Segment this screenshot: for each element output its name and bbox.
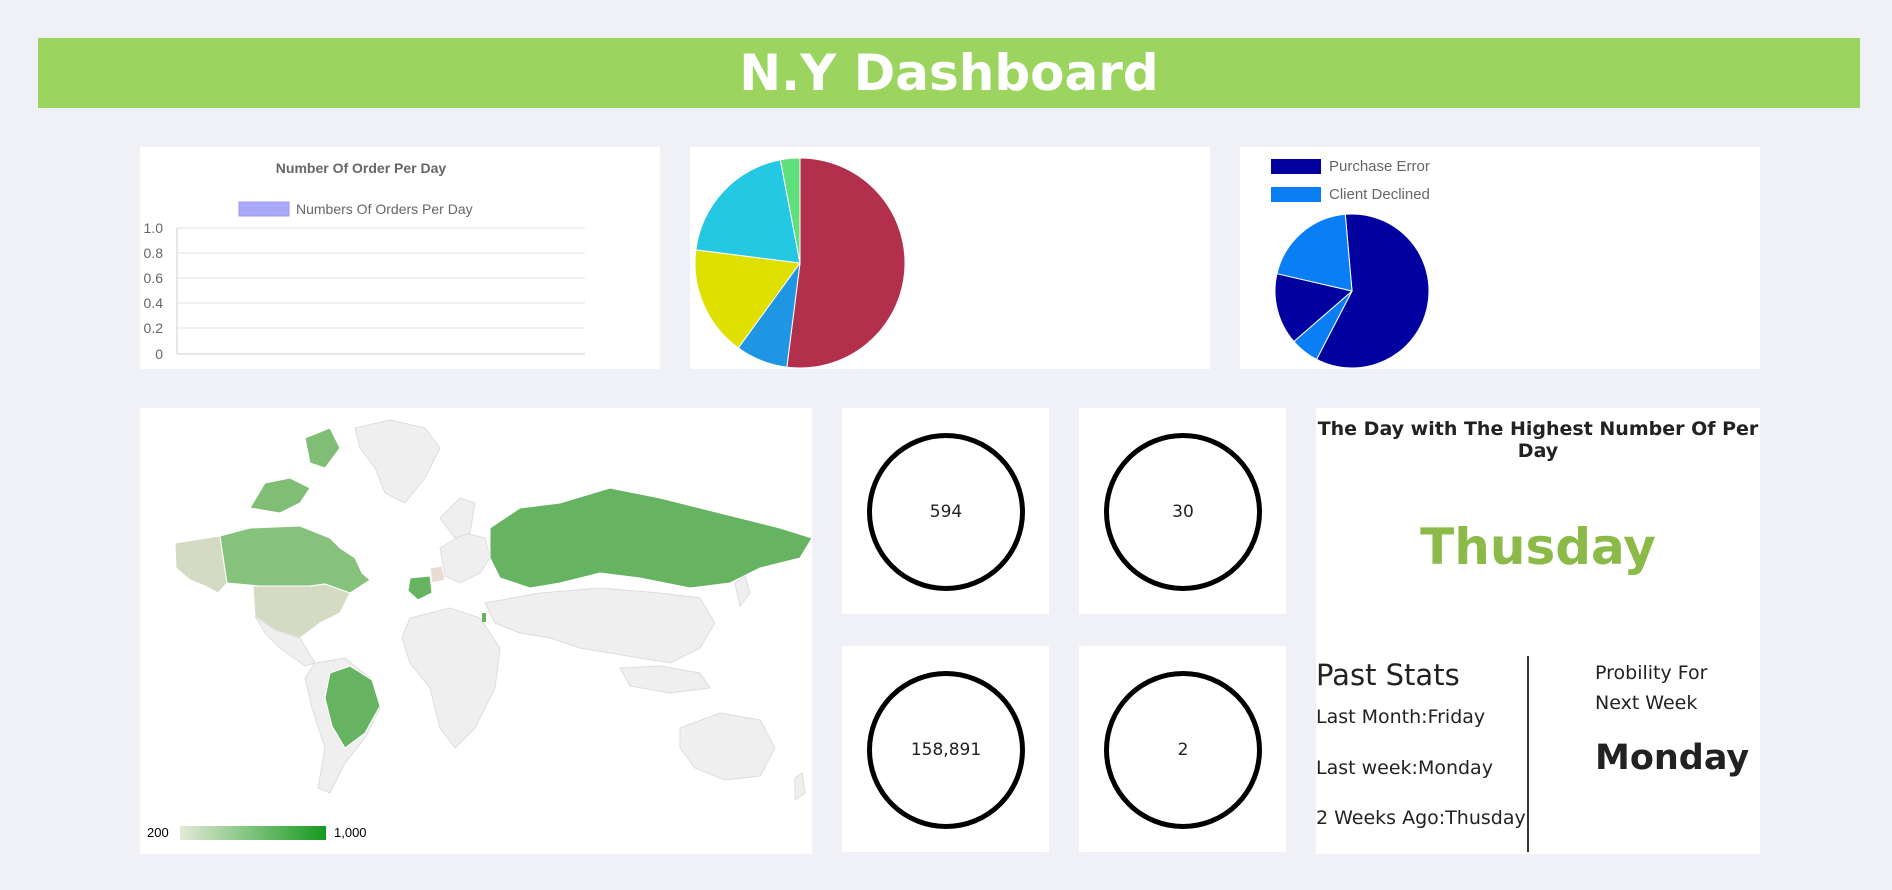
stat-circle: 594 (867, 433, 1025, 591)
y-tick-label: 0.4 (144, 295, 164, 311)
stat-value: 30 (1172, 502, 1194, 522)
region-new-zealand[interactable] (794, 772, 806, 801)
region-scandinavia[interactable] (439, 497, 476, 539)
past-stat-last-week: Last week:Monday (1316, 757, 1493, 779)
world-map[interactable]: 200 1,000 (140, 408, 812, 854)
y-tick-label: 0.8 (144, 245, 164, 261)
bar-chart-legend-label: Numbers Of Orders Per Day (296, 201, 473, 217)
pie-chart-card (690, 147, 1210, 369)
y-tick-label: 0.2 (144, 320, 164, 336)
stat-circle: 158,891 (867, 671, 1025, 829)
pie-slice-0[interactable] (786, 157, 906, 369)
past-stat-two-weeks: 2 Weeks Ago:Thusday (1316, 807, 1526, 829)
region-indonesia[interactable] (619, 665, 711, 694)
bar-chart-gridlines (176, 227, 585, 355)
stat-card-1: 594 (842, 408, 1049, 614)
past-stat-last-month: Last Month:Friday (1316, 706, 1486, 728)
region-germany[interactable] (429, 565, 446, 584)
past-stats-title: Past Stats (1316, 658, 1460, 692)
region-alaska[interactable] (174, 535, 228, 594)
map-legend-max: 1,000 (334, 825, 367, 840)
stat-value: 158,891 (910, 740, 982, 760)
decline-reasons-slices (1274, 213, 1430, 369)
stat-card-3: 158,891 (842, 646, 1049, 852)
region-europe[interactable] (439, 532, 491, 584)
bar-chart-title: Number Of Order Per Day (276, 160, 447, 176)
orders-per-day-chart: Number Of Order Per Day Numbers Of Order… (144, 160, 585, 362)
stat-value: 594 (929, 502, 963, 522)
region-greenland[interactable] (354, 419, 441, 504)
y-tick-label: 0.6 (144, 270, 164, 286)
region-arctic-islands[interactable] (304, 427, 341, 469)
probability-day: Monday (1595, 738, 1750, 778)
region-russia[interactable] (489, 487, 812, 589)
stat-value: 2 (1177, 740, 1189, 760)
stat-circle: 2 (1104, 671, 1262, 829)
y-tick-label: 1.0 (144, 220, 164, 236)
stat-card-4: 2 (1079, 646, 1286, 852)
dashboard-header: N.Y Dashboard (38, 38, 1860, 108)
region-arctic-islands[interactable] (249, 477, 311, 514)
stat-circle: 30 (1104, 433, 1262, 591)
highest-day-title: The Day with The Highest Number Of Per D… (1317, 418, 1759, 462)
region-canada[interactable] (219, 525, 371, 594)
orders-per-day-chart-card: Number Of Order Per Day Numbers Of Order… (140, 147, 660, 369)
legend-swatch-client-declined (1271, 187, 1321, 202)
highest-day-value: Thusday (1420, 518, 1656, 576)
legend-label-purchase-error[interactable]: Purchase Error (1329, 158, 1430, 175)
pie-chart-slices (694, 157, 906, 369)
dashboard-title: N.Y Dashboard (739, 44, 1159, 102)
panel-divider (1527, 656, 1529, 852)
map-legend-gradient (180, 826, 326, 840)
y-tick-label: 0 (155, 346, 163, 362)
stat-card-2: 30 (1079, 408, 1286, 614)
decline-reasons-chart-card: Purchase Error Client Declined (1240, 147, 1760, 369)
probability-label: Probility For Next Week (1595, 662, 1708, 714)
world-map-card: 200 1,000 (140, 408, 812, 854)
region-australia[interactable] (679, 712, 776, 781)
region-france[interactable] (407, 575, 433, 601)
decline-reasons-chart: Purchase Error Client Declined (1271, 158, 1430, 369)
region-japan[interactable] (734, 575, 751, 608)
region-africa[interactable] (401, 607, 501, 749)
region-asia[interactable] (484, 587, 716, 664)
highest-day-panel: The Day with The Highest Number Of Per D… (1316, 408, 1760, 854)
bar-chart-legend-swatch (238, 201, 290, 217)
region-israel[interactable] (482, 613, 486, 622)
legend-swatch-purchase-error (1271, 159, 1321, 174)
map-legend-min: 200 (147, 825, 169, 840)
pie-chart (694, 157, 906, 369)
legend-label-client-declined[interactable]: Client Declined (1329, 186, 1430, 203)
